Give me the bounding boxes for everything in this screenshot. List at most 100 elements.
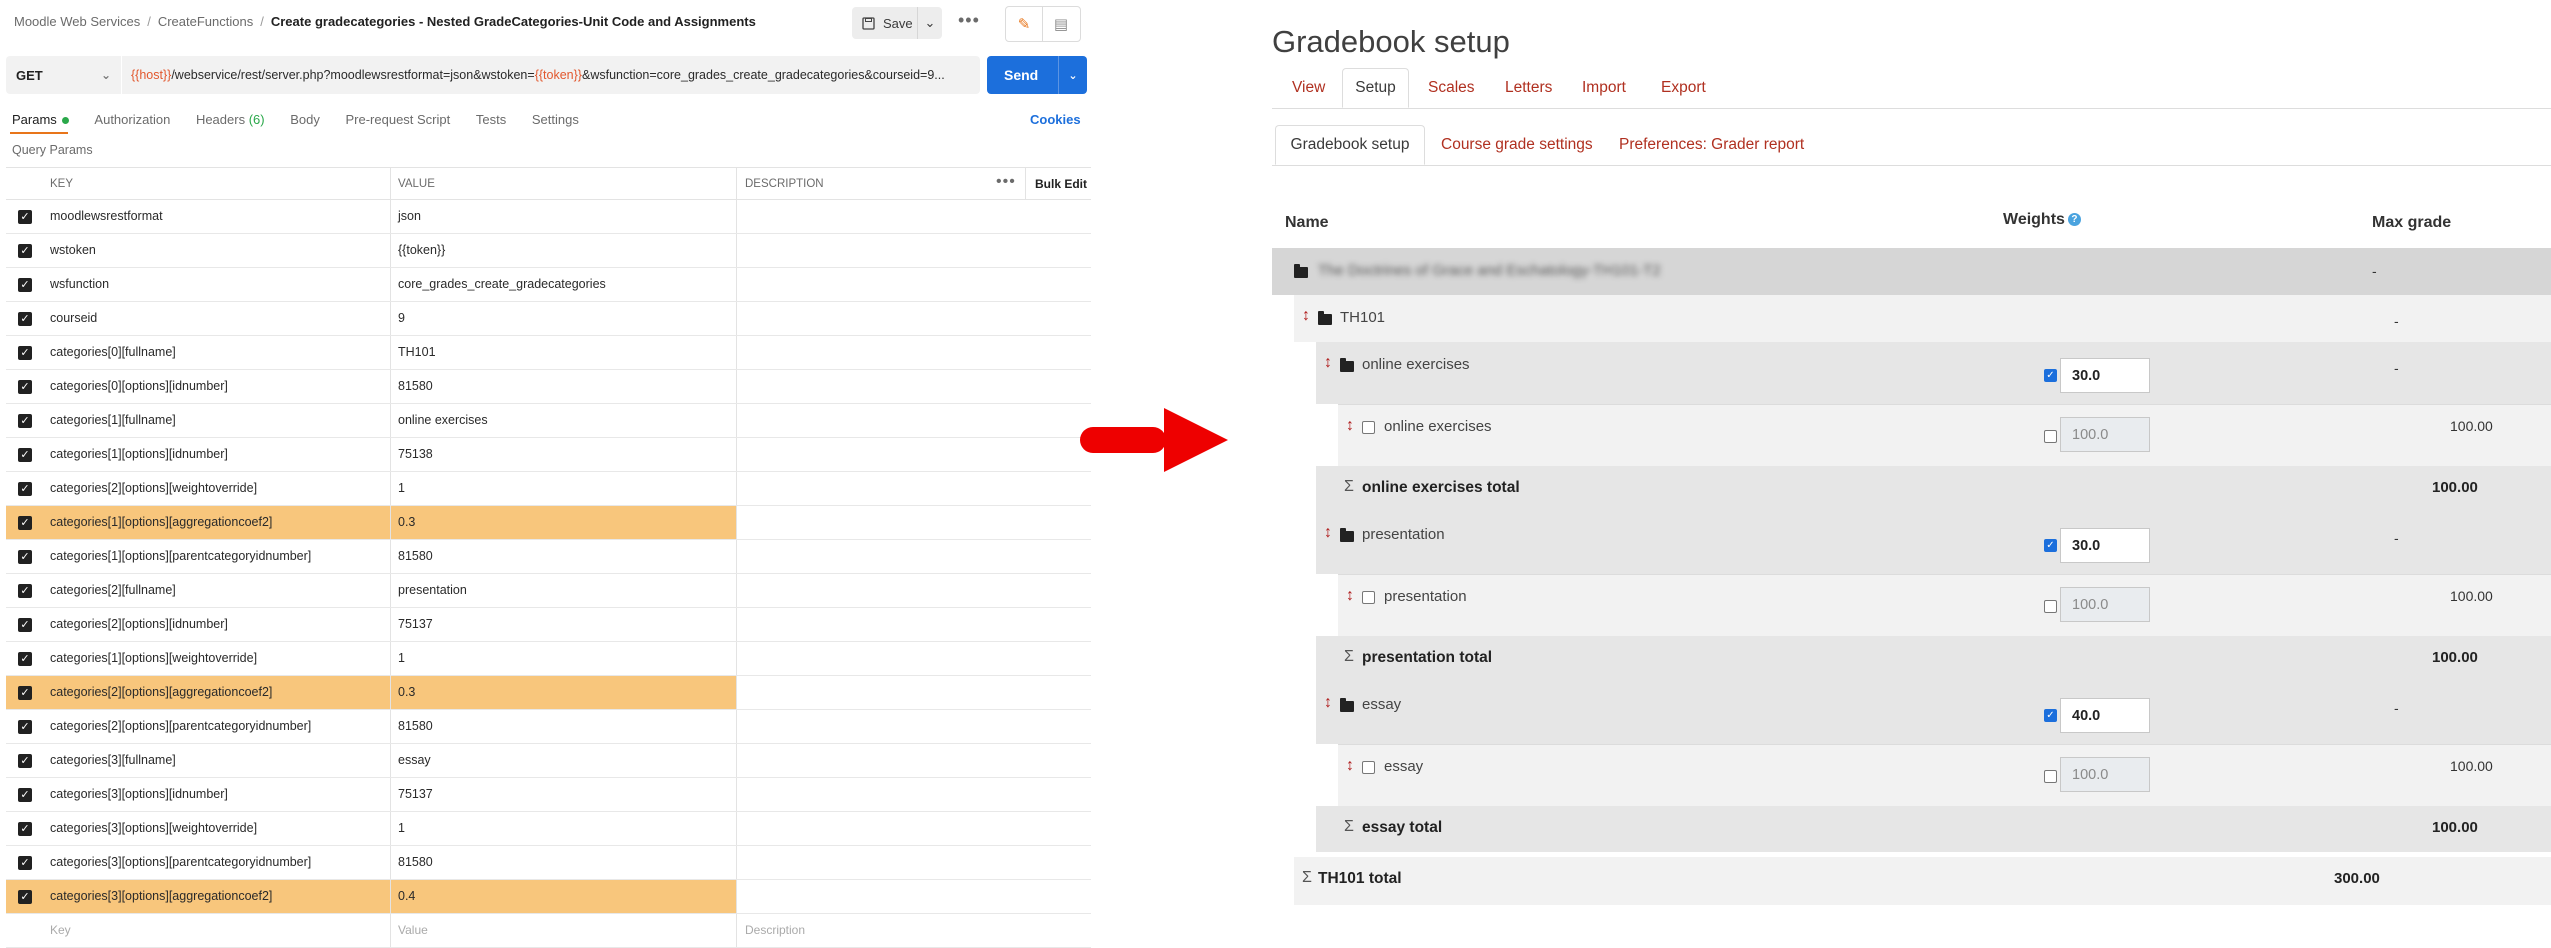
param-row[interactable]: ✓ categories[2][options][idnumber] 75137: [6, 608, 1091, 642]
param-value[interactable]: 75137: [398, 617, 433, 631]
param-key[interactable]: categories[3][options][idnumber]: [50, 787, 228, 801]
breadcrumb-workspace[interactable]: Moodle Web Services: [14, 14, 140, 29]
param-checkbox[interactable]: ✓: [18, 414, 32, 428]
param-key[interactable]: categories[2][options][aggregationcoef2]: [50, 685, 272, 699]
param-row[interactable]: ✓ wsfunction core_grades_create_gradecateg…: [6, 268, 1091, 302]
param-key[interactable]: categories[1][options][idnumber]: [50, 447, 228, 461]
param-key[interactable]: categories[0][fullname]: [50, 345, 176, 359]
param-row[interactable]: ✓ categories[2][options][weightoverride] 1: [6, 472, 1091, 506]
param-checkbox[interactable]: ✓: [18, 278, 32, 292]
tab-tests[interactable]: Tests: [476, 112, 506, 127]
param-key[interactable]: wstoken: [50, 243, 96, 257]
param-key[interactable]: courseid: [50, 311, 97, 325]
param-value[interactable]: 1: [398, 651, 405, 665]
param-key[interactable]: categories[3][options][parentcategoryidn…: [50, 855, 311, 869]
select-checkbox[interactable]: [1362, 421, 1375, 434]
tab-settings[interactable]: Settings: [532, 112, 579, 127]
url-input[interactable]: {{host}}/webservice/rest/server.php?mood…: [122, 56, 980, 94]
save-button[interactable]: Save ⌄: [852, 7, 942, 39]
send-button[interactable]: Send ⌄: [987, 56, 1087, 94]
param-key[interactable]: categories[2][options][parentcategoryidn…: [50, 719, 311, 733]
param-checkbox[interactable]: ✓: [18, 652, 32, 666]
weight-override-checkbox[interactable]: [2044, 430, 2057, 443]
description-placeholder[interactable]: Description: [745, 923, 805, 937]
param-row[interactable]: ✓ categories[3][options][aggregationcoef2…: [6, 880, 1091, 914]
param-value[interactable]: 0.3: [398, 685, 415, 699]
param-value[interactable]: 81580: [398, 549, 433, 563]
breadcrumb-collection[interactable]: CreateFunctions: [158, 14, 253, 29]
subtab-course-grade-settings[interactable]: Course grade settings: [1441, 125, 1593, 165]
param-value[interactable]: essay: [398, 753, 431, 767]
param-value[interactable]: core_grades_create_gradecategories: [398, 277, 606, 291]
param-row[interactable]: ✓ categories[3][fullname] essay: [6, 744, 1091, 778]
weight-input[interactable]: 30.0: [2060, 358, 2150, 393]
select-checkbox[interactable]: [1362, 761, 1375, 774]
param-value[interactable]: 1: [398, 481, 405, 495]
param-value[interactable]: 81580: [398, 719, 433, 733]
save-dropdown-icon[interactable]: ⌄: [917, 7, 942, 39]
param-row[interactable]: ✓ categories[1][options][weightoverride] 1: [6, 642, 1091, 676]
table-options-icon[interactable]: •••: [996, 173, 1016, 191]
param-key[interactable]: categories[2][options][weightoverride]: [50, 481, 257, 495]
move-icon[interactable]: ↕: [1346, 417, 1354, 435]
param-key[interactable]: categories[3][fullname]: [50, 753, 176, 767]
param-value[interactable]: 75138: [398, 447, 433, 461]
tab-export[interactable]: Export: [1661, 68, 1706, 108]
param-checkbox[interactable]: ✓: [18, 312, 32, 326]
move-icon[interactable]: ↕: [1324, 524, 1332, 542]
tab-scales[interactable]: Scales: [1428, 68, 1475, 108]
param-row[interactable]: ✓ categories[2][options][parentcategoryid…: [6, 710, 1091, 744]
weight-override-checkbox[interactable]: [2044, 770, 2057, 783]
tab-params[interactable]: Params: [12, 112, 69, 127]
param-row[interactable]: ✓ wstoken {{token}}: [6, 234, 1091, 268]
tab-prerequest[interactable]: Pre-request Script: [345, 112, 450, 127]
param-checkbox[interactable]: ✓: [18, 822, 32, 836]
weight-override-checkbox[interactable]: ✓: [2044, 709, 2057, 722]
param-value[interactable]: TH101: [398, 345, 436, 359]
param-checkbox[interactable]: ✓: [18, 550, 32, 564]
param-value[interactable]: 81580: [398, 379, 433, 393]
request-title[interactable]: Create gradecategories - Nested GradeCat…: [271, 14, 756, 29]
param-checkbox[interactable]: ✓: [18, 516, 32, 530]
param-value[interactable]: presentation: [398, 583, 467, 597]
document-icon[interactable]: ▤: [1043, 7, 1079, 41]
param-value[interactable]: json: [398, 209, 421, 223]
move-icon[interactable]: ↕: [1346, 587, 1354, 605]
param-row[interactable]: ✓ categories[3][options][idnumber] 75137: [6, 778, 1091, 812]
param-checkbox[interactable]: ✓: [18, 720, 32, 734]
param-row[interactable]: ✓ categories[3][options][weightoverride] 1: [6, 812, 1091, 846]
bulk-edit-link[interactable]: Bulk Edit: [1035, 177, 1087, 191]
tab-letters[interactable]: Letters: [1505, 68, 1552, 108]
param-key[interactable]: categories[0][options][idnumber]: [50, 379, 228, 393]
param-key[interactable]: categories[1][options][aggregationcoef2]: [50, 515, 272, 529]
param-row[interactable]: ✓ categories[1][options][parentcategoryid…: [6, 540, 1091, 574]
tab-headers[interactable]: Headers (6): [196, 112, 265, 127]
weight-input[interactable]: 30.0: [2060, 528, 2150, 563]
select-checkbox[interactable]: [1362, 591, 1375, 604]
param-row[interactable]: ✓ categories[2][options][aggregationcoef2…: [6, 676, 1091, 710]
move-icon[interactable]: ↕: [1302, 307, 1310, 325]
param-value[interactable]: {{token}}: [398, 243, 445, 257]
param-row[interactable]: ✓ categories[1][options][aggregationcoef2…: [6, 506, 1091, 540]
help-icon[interactable]: ?: [2067, 213, 2081, 227]
subtab-gradebook-setup[interactable]: Gradebook setup: [1275, 125, 1425, 165]
param-key[interactable]: categories[1][options][parentcategoryidn…: [50, 549, 311, 563]
param-value[interactable]: 0.4: [398, 889, 415, 903]
param-row[interactable]: ✓ categories[1][fullname] online exercises: [6, 404, 1091, 438]
param-checkbox[interactable]: ✓: [18, 210, 32, 224]
param-key[interactable]: moodlewsrestformat: [50, 209, 163, 223]
param-row[interactable]: ✓ courseid 9: [6, 302, 1091, 336]
param-checkbox[interactable]: ✓: [18, 244, 32, 258]
weight-override-checkbox[interactable]: ✓: [2044, 369, 2057, 382]
cookies-link[interactable]: Cookies: [1030, 112, 1081, 127]
more-options-icon[interactable]: •••: [958, 10, 980, 31]
param-checkbox[interactable]: ✓: [18, 380, 32, 394]
param-placeholder-row[interactable]: Key Value Description: [6, 914, 1091, 948]
param-value[interactable]: online exercises: [398, 413, 488, 427]
move-icon[interactable]: ↕: [1346, 757, 1354, 775]
tab-import[interactable]: Import: [1582, 68, 1626, 108]
param-row[interactable]: ✓ categories[2][fullname] presentation: [6, 574, 1091, 608]
param-checkbox[interactable]: ✓: [18, 686, 32, 700]
param-checkbox[interactable]: ✓: [18, 346, 32, 360]
param-value[interactable]: 81580: [398, 855, 433, 869]
